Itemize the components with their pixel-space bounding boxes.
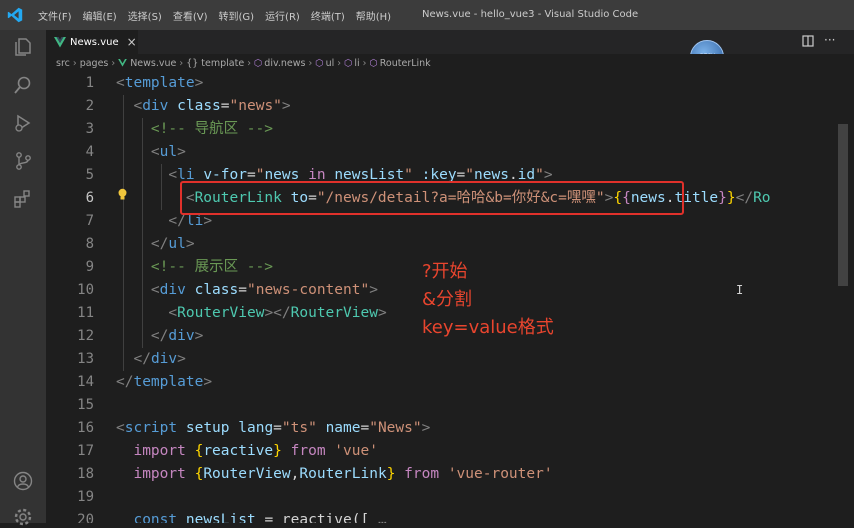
- menu-bar: 文件(F) 编辑(E) 选择(S) 查看(V) 转到(G) 运行(R) 终端(T…: [38, 0, 402, 30]
- vscode-logo-icon[interactable]: [6, 6, 24, 24]
- code-line: 13 </div>: [77, 351, 186, 367]
- vue-file-icon: [54, 36, 66, 47]
- activity-bar: [0, 30, 46, 526]
- element-icon: ⬡: [344, 57, 353, 69]
- menu-terminal[interactable]: 终端(T): [311, 8, 345, 23]
- breadcrumb-li[interactable]: li: [354, 58, 359, 69]
- annotation-text: ?开始 &分割 key=value格式: [422, 258, 554, 342]
- tab-label: News.vue: [70, 36, 119, 48]
- close-icon[interactable]: ×: [127, 35, 137, 49]
- element-icon: ⬡: [369, 57, 378, 69]
- accounts-icon[interactable]: [12, 470, 34, 492]
- chevron-right-icon: ›: [72, 57, 77, 69]
- source-control-icon[interactable]: [12, 150, 34, 172]
- breadcrumb-file[interactable]: News.vue: [130, 58, 176, 69]
- run-debug-icon[interactable]: [12, 112, 34, 134]
- menu-file[interactable]: 文件(F): [38, 8, 72, 23]
- breadcrumb: src › pages › News.vue › {} template › ⬡ div.…: [46, 54, 854, 72]
- code-line: 14 </template>: [77, 374, 213, 390]
- code-line: 1 <template>: [85, 75, 204, 91]
- annotation-line: ?开始: [422, 261, 468, 282]
- highlight-box: [180, 181, 684, 215]
- code-line: 16 <script setup lang="ts" name="News">: [77, 420, 431, 436]
- window-title: News.vue - hello_vue3 - Visual Studio Co…: [422, 9, 639, 20]
- annotation-line: key=value格式: [422, 317, 554, 338]
- code-line: 4 <ul>: [85, 144, 186, 160]
- code-line: 18 import {RouterView,RouterLink} from '…: [77, 466, 553, 482]
- chevron-right-icon: ›: [247, 57, 251, 69]
- search-icon[interactable]: [12, 74, 34, 96]
- breadcrumb-src[interactable]: src: [56, 58, 70, 69]
- scrollbar-thumb[interactable]: [838, 124, 848, 286]
- breadcrumb-routerlink[interactable]: RouterLink: [380, 58, 431, 69]
- annotation-line: &分割: [422, 289, 473, 310]
- menu-help[interactable]: 帮助(H): [356, 8, 391, 23]
- extensions-icon[interactable]: [12, 188, 34, 210]
- menu-view[interactable]: 查看(V): [173, 8, 208, 23]
- code-line: 19: [77, 489, 94, 505]
- element-icon: ⬡: [254, 57, 263, 69]
- more-actions-icon[interactable]: ···: [824, 33, 835, 47]
- explorer-icon[interactable]: [12, 36, 34, 58]
- code-line: 15: [77, 397, 94, 413]
- breadcrumb-template[interactable]: {} template: [186, 58, 244, 69]
- chevron-right-icon: ›: [308, 57, 313, 69]
- chevron-right-icon: ›: [362, 57, 367, 69]
- breadcrumb-ul[interactable]: ul: [326, 58, 335, 69]
- lightbulb-icon[interactable]: [117, 188, 128, 201]
- menu-run[interactable]: 运行(R): [265, 8, 300, 23]
- menu-go[interactable]: 转到(G): [219, 8, 255, 23]
- vue-file-icon: [118, 59, 128, 67]
- code-line: 17 import {reactive} from 'vue': [77, 443, 378, 459]
- breadcrumb-div-news[interactable]: div.news: [264, 58, 305, 69]
- menu-selection[interactable]: 选择(S): [128, 8, 162, 23]
- split-editor-icon[interactable]: [802, 35, 814, 47]
- code-line: 20 const newsList = reactive([ …: [77, 512, 387, 523]
- code-line: 2 <div class="news">: [85, 98, 291, 114]
- chevron-right-icon: ›: [111, 57, 116, 69]
- editor-tab-bar: News.vue × ···: [46, 30, 854, 54]
- settings-gear-icon[interactable]: [12, 506, 34, 528]
- chevron-right-icon: ›: [179, 57, 184, 69]
- code-line: 3 <!-- 导航区 -->: [85, 121, 273, 137]
- breadcrumb-pages[interactable]: pages: [80, 58, 109, 69]
- element-icon: ⬡: [315, 57, 324, 69]
- text-cursor-icon: I: [736, 283, 744, 297]
- menu-edit[interactable]: 编辑(E): [83, 8, 117, 23]
- chevron-right-icon: ›: [337, 57, 342, 69]
- code-line: 8 </ul>: [85, 236, 195, 252]
- tab-news-vue[interactable]: News.vue ×: [46, 30, 138, 54]
- title-bar: 文件(F) 编辑(E) 选择(S) 查看(V) 转到(G) 运行(R) 终端(T…: [0, 0, 854, 30]
